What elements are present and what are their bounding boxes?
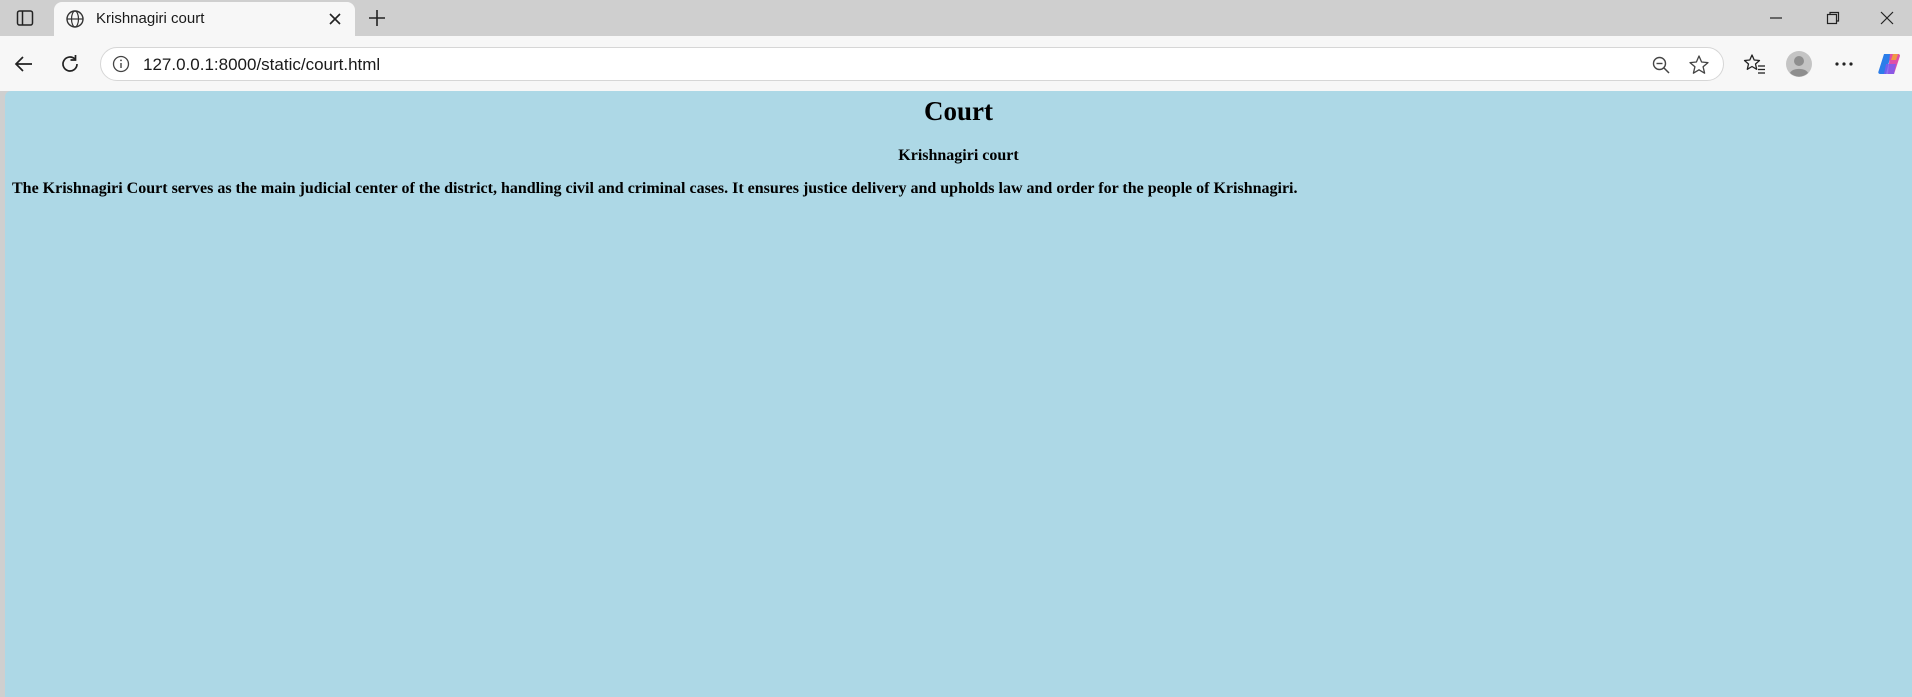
refresh-icon[interactable]	[52, 46, 88, 82]
zoom-out-icon[interactable]	[1648, 52, 1674, 78]
browser-tab[interactable]: Krishnagiri court	[54, 2, 355, 36]
avatar-icon[interactable]	[1781, 46, 1817, 82]
plus-icon[interactable]	[364, 5, 390, 31]
globe-icon	[64, 8, 86, 30]
favorites-icon[interactable]	[1737, 46, 1773, 82]
close-icon[interactable]	[323, 8, 347, 30]
address-bar[interactable]: 127.0.0.1:8000/static/court.html	[100, 47, 1724, 81]
copilot-icon[interactable]	[1872, 46, 1908, 82]
page-title: Court	[924, 96, 993, 126]
browser-toolbar: 127.0.0.1:8000/static/court.html	[0, 36, 1912, 91]
info-icon[interactable]	[109, 52, 133, 76]
close-icon[interactable]	[1862, 0, 1912, 36]
page-description: The Krishnagiri Court serves as the main…	[12, 180, 1298, 197]
tab-title: Krishnagiri court	[96, 10, 205, 27]
restore-icon[interactable]	[1805, 0, 1861, 36]
url-text[interactable]: 127.0.0.1:8000/static/court.html	[143, 55, 380, 75]
tab-strip: Krishnagiri court	[0, 0, 1912, 36]
page-subtitle: Krishnagiri court	[898, 147, 1019, 164]
back-arrow-icon[interactable]	[6, 46, 42, 82]
page-viewport: Court Krishnagiri court The Krishnagiri …	[5, 91, 1912, 697]
minimize-icon[interactable]	[1748, 0, 1804, 36]
ellipsis-icon[interactable]	[1826, 46, 1862, 82]
star-icon[interactable]	[1686, 52, 1712, 78]
tab-actions-icon[interactable]	[8, 6, 42, 30]
